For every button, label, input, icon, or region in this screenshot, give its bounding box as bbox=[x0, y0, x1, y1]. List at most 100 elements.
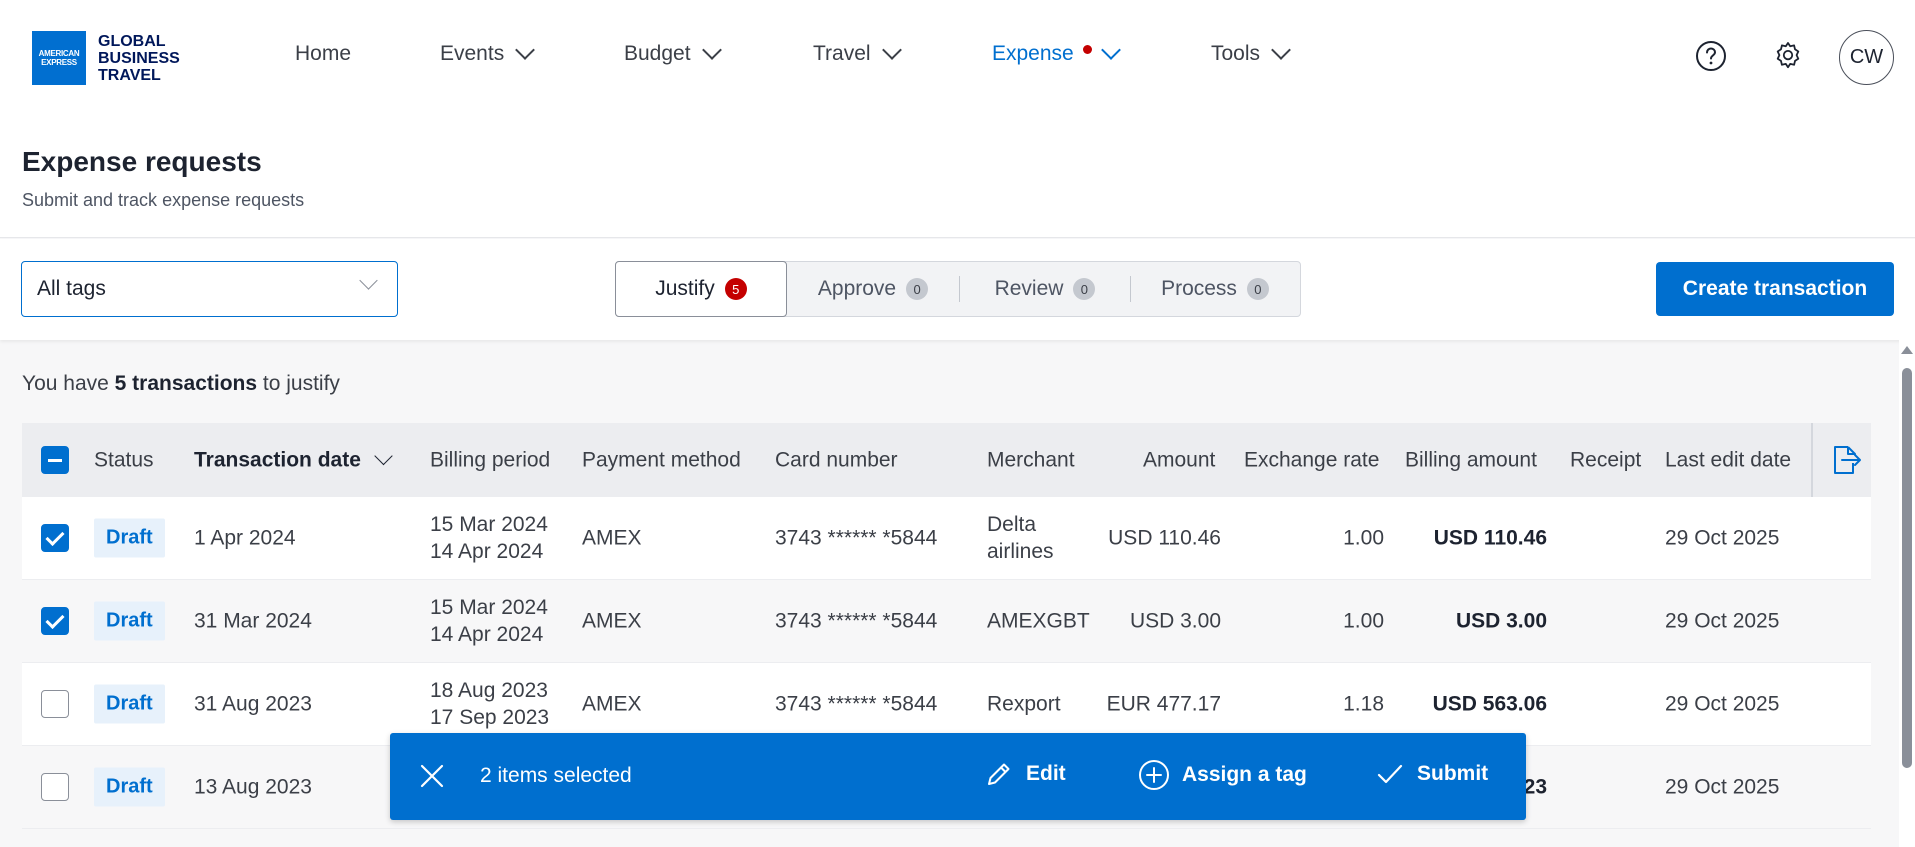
billing-period: 15 Mar 2024 14 Apr 2024 bbox=[430, 511, 548, 565]
transactions-summary: You have 5 transactions to justify bbox=[22, 372, 340, 396]
column-receipt[interactable]: Receipt bbox=[1570, 447, 1641, 474]
nav-tools-label: Tools bbox=[1211, 42, 1261, 65]
nav-budget[interactable]: Budget bbox=[624, 40, 722, 66]
tab-label: Review bbox=[994, 277, 1064, 300]
chevron-down-icon bbox=[515, 40, 536, 60]
tab-approve[interactable]: Approve 0 bbox=[787, 262, 959, 316]
nav-home[interactable]: Home bbox=[295, 42, 351, 66]
notification-dot bbox=[1083, 45, 1092, 54]
column-billing-amount[interactable]: Billing amount bbox=[1405, 447, 1537, 474]
column-billing-period[interactable]: Billing period bbox=[430, 447, 550, 474]
row-checkbox[interactable] bbox=[41, 690, 69, 718]
count-badge: 0 bbox=[1246, 278, 1269, 300]
billing-period-end: 14 Apr 2024 bbox=[430, 540, 544, 563]
select-all-checkbox[interactable] bbox=[41, 446, 69, 474]
amex-logo-icon: AMERICAN EXPRESS bbox=[32, 31, 86, 85]
page-title: Expense requests bbox=[22, 146, 262, 177]
last-edit-date: 29 Oct 2025 bbox=[1665, 526, 1780, 550]
page-subtitle: Submit and track expense requests bbox=[22, 190, 305, 210]
transaction-date: 31 Mar 2024 bbox=[194, 609, 312, 633]
nav-expense-label: Expense bbox=[992, 42, 1074, 65]
logo-line-2: EXPRESS bbox=[41, 58, 77, 67]
merchant-line: Delta bbox=[987, 513, 1037, 536]
tag-filter-select[interactable]: All tags bbox=[21, 261, 398, 317]
summary-suffix: to justify bbox=[257, 372, 340, 395]
column-transaction-date-label: Transaction date bbox=[194, 448, 361, 472]
billing-period: 15 Mar 2024 14 Apr 2024 bbox=[430, 594, 548, 648]
close-icon[interactable] bbox=[418, 762, 446, 790]
last-edit-date: 29 Oct 2025 bbox=[1665, 609, 1780, 633]
column-amount[interactable]: Amount bbox=[1143, 447, 1215, 474]
amex-gbt-logo[interactable]: AMERICAN EXPRESS GLOBAL BUSINESS TRAVEL bbox=[32, 31, 180, 85]
count-badge: 0 bbox=[1073, 278, 1096, 300]
pencil-icon bbox=[988, 763, 1010, 785]
assign-tag-button[interactable]: Assign a tag bbox=[1138, 759, 1307, 791]
chevron-down-icon bbox=[359, 271, 378, 290]
nav-expense[interactable]: Expense bbox=[992, 40, 1121, 66]
tab-process[interactable]: Process 0 bbox=[1131, 262, 1299, 316]
column-exchange-rate[interactable]: Exchange rate bbox=[1244, 447, 1379, 474]
logo-line-1: AMERICAN bbox=[38, 49, 80, 58]
tab-justify[interactable]: Justify 5 bbox=[615, 261, 787, 317]
selection-count: 2 items selected bbox=[480, 764, 632, 787]
exchange-rate: 1.00 bbox=[1343, 526, 1384, 550]
checkmark-icon bbox=[1377, 764, 1403, 784]
column-card-number[interactable]: Card number bbox=[775, 447, 898, 474]
page-header: Expense requests Submit and track expens… bbox=[0, 116, 1915, 238]
edit-button[interactable]: Edit bbox=[984, 759, 1066, 789]
amount: USD 110.46 bbox=[1108, 526, 1221, 550]
payment-method: AMEX bbox=[582, 526, 642, 550]
brand-name: GLOBAL BUSINESS TRAVEL bbox=[98, 33, 180, 84]
tab-review[interactable]: Review 0 bbox=[960, 262, 1130, 316]
tab-label: Process bbox=[1161, 277, 1237, 300]
merchant-line: airlines bbox=[987, 540, 1054, 563]
scrollbar[interactable] bbox=[1899, 340, 1915, 847]
brand-name-line: TRAVEL bbox=[98, 66, 161, 84]
transaction-date: 31 Aug 2023 bbox=[194, 692, 312, 716]
scroll-up-arrow-icon[interactable] bbox=[1901, 346, 1913, 354]
chevron-down-icon bbox=[1271, 40, 1291, 60]
payment-method: AMEX bbox=[582, 692, 642, 716]
column-merchant[interactable]: Merchant bbox=[987, 447, 1075, 474]
top-navigation: AMERICAN EXPRESS GLOBAL BUSINESS TRAVEL … bbox=[0, 0, 1915, 116]
nav-travel[interactable]: Travel bbox=[813, 40, 902, 66]
nav-tools[interactable]: Tools bbox=[1211, 40, 1291, 66]
plus-circle-icon bbox=[1139, 760, 1169, 790]
merchant: Delta airlines bbox=[987, 511, 1054, 565]
last-edit-date: 29 Oct 2025 bbox=[1665, 775, 1780, 799]
gear-icon[interactable] bbox=[1772, 40, 1804, 72]
help-circle-icon[interactable] bbox=[1695, 40, 1727, 72]
row-checkbox[interactable] bbox=[41, 773, 69, 801]
avatar-initials: CW bbox=[1849, 46, 1884, 68]
billing-period-end: 14 Apr 2024 bbox=[430, 623, 544, 646]
submit-button[interactable]: Submit bbox=[1375, 759, 1488, 789]
summary-count: 5 transactions bbox=[114, 372, 258, 395]
column-payment-method[interactable]: Payment method bbox=[582, 447, 741, 474]
nav-budget-label: Budget bbox=[624, 42, 691, 65]
billing-period-start: 15 Mar 2024 bbox=[430, 513, 548, 536]
payment-method: AMEX bbox=[582, 609, 642, 633]
table-row[interactable]: Draft 31 Mar 2024 15 Mar 2024 14 Apr 2024… bbox=[22, 580, 1871, 663]
export-button[interactable] bbox=[1811, 423, 1871, 497]
nav-events-label: Events bbox=[440, 42, 505, 65]
nav-events[interactable]: Events bbox=[440, 40, 536, 66]
amount: EUR 477.17 bbox=[1106, 692, 1221, 716]
billing-amount: USD 3.00 bbox=[1455, 609, 1547, 633]
billing-amount: 23 bbox=[1523, 775, 1547, 799]
exchange-rate: 1.18 bbox=[1343, 692, 1384, 716]
sort-chevron-icon bbox=[374, 446, 393, 466]
create-transaction-button[interactable]: Create transaction bbox=[1656, 262, 1894, 316]
avatar[interactable]: CW bbox=[1839, 30, 1894, 85]
row-checkbox[interactable] bbox=[41, 524, 69, 552]
row-checkbox[interactable] bbox=[41, 607, 69, 635]
table-row[interactable]: Draft 1 Apr 2024 15 Mar 2024 14 Apr 2024 … bbox=[22, 497, 1871, 580]
merchant: AMEXGBT bbox=[987, 609, 1090, 633]
edit-label: Edit bbox=[1026, 762, 1066, 785]
count-badge: 0 bbox=[906, 278, 929, 300]
scrollbar-thumb[interactable] bbox=[1902, 368, 1912, 768]
create-transaction-label: Create transaction bbox=[1682, 277, 1868, 300]
column-last-edit-date[interactable]: Last edit date bbox=[1665, 447, 1791, 474]
filter-bar: All tags Justify 5 Approve 0 Review 0 Pr… bbox=[0, 239, 1915, 340]
column-status[interactable]: Status bbox=[94, 447, 154, 474]
column-transaction-date[interactable]: Transaction date bbox=[194, 446, 393, 474]
